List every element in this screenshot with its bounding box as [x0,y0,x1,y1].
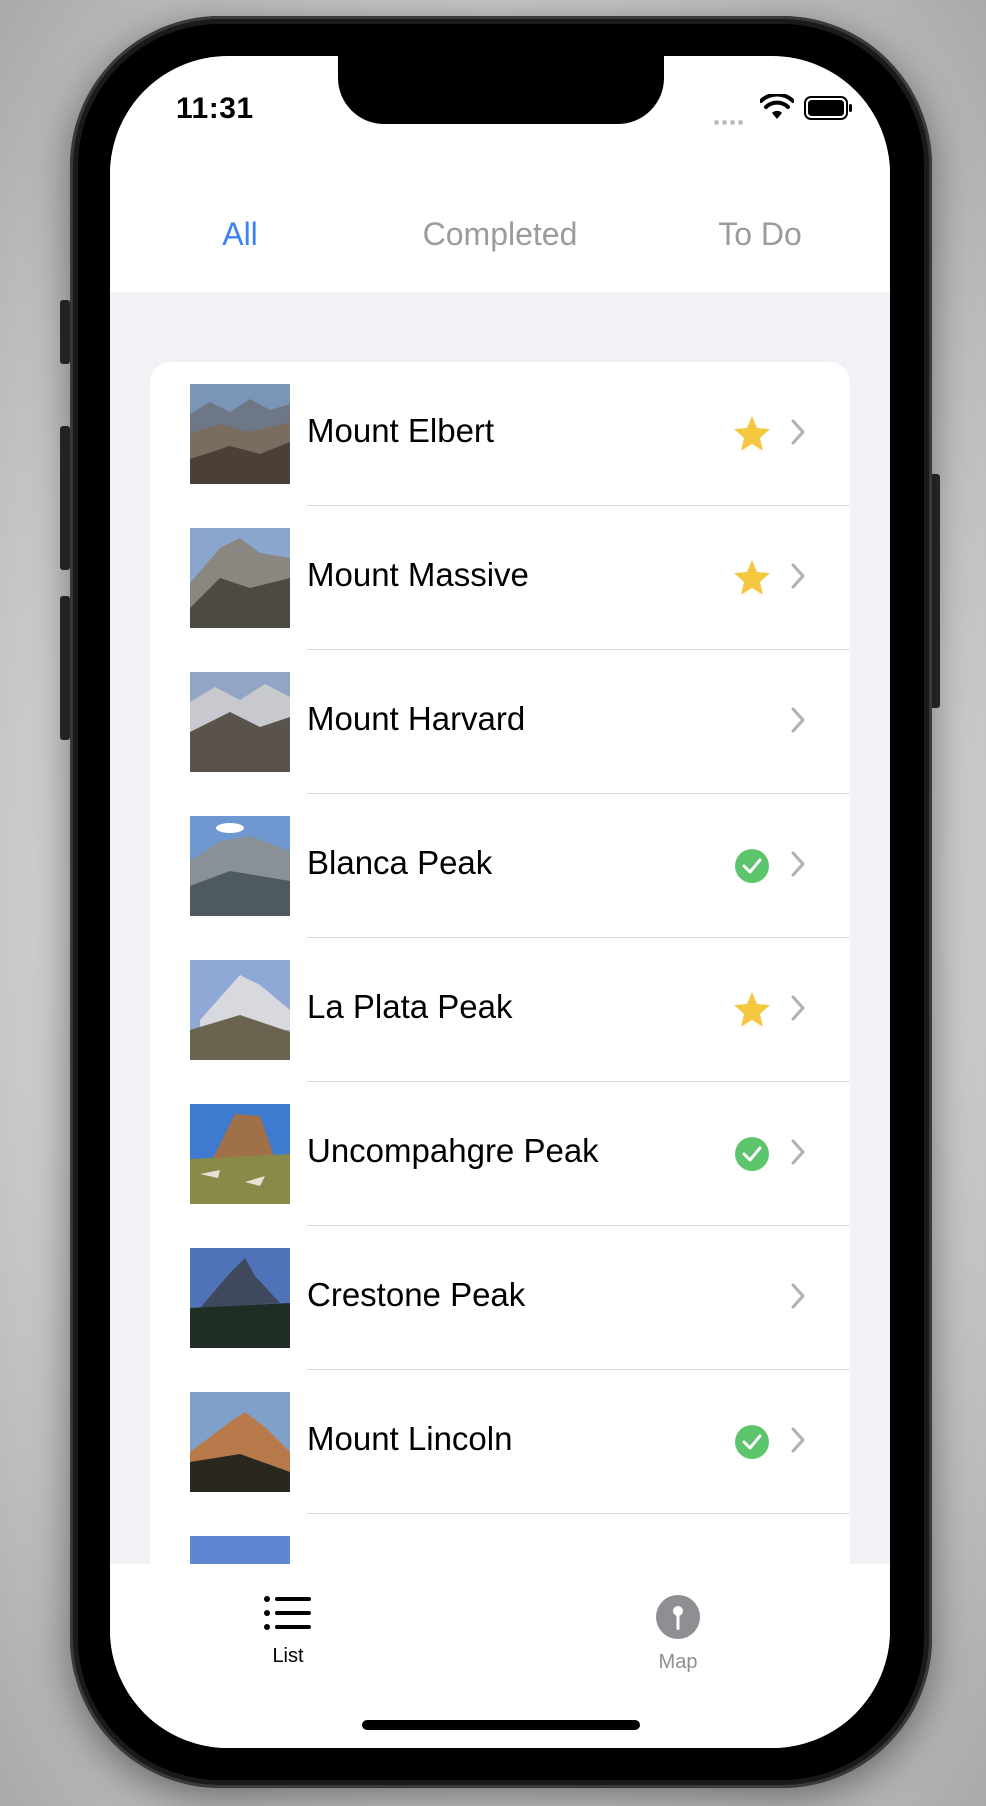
tab-completed[interactable]: Completed [370,216,630,253]
peak-name: Mount Harvard [307,700,526,737]
peak-name: Mount Elbert [307,412,495,449]
mountain-photo [190,1392,290,1492]
chevron-right-icon [791,1283,805,1309]
peak-name: Crestone Peak [307,1276,526,1313]
checkmark-circle-icon [735,1137,769,1171]
tab-all[interactable]: All [110,216,370,253]
tab-map-label: Map [658,1651,698,1673]
star-icon [734,992,770,1027]
peak-row-la-plata-peak[interactable]: La Plata Peak [150,938,850,1082]
peak-row-partial[interactable] [150,1514,850,1570]
silent-switch [60,300,70,364]
peak-name: Uncompahgre Peak [307,1132,599,1169]
home-indicator [362,1720,640,1730]
star-icon [734,416,770,451]
mountain-photo [190,816,290,916]
tab-list-label: List [272,1645,304,1667]
volume-down-button [60,596,70,740]
mountain-photo [190,1248,290,1348]
mountain-photo [190,672,290,772]
peak-row-mount-lincoln[interactable]: Mount Lincoln [150,1370,850,1514]
chevron-right-icon [791,1139,805,1165]
mountain-photo [190,1104,290,1204]
chevron-right-icon [791,419,805,445]
peak-name: Blanca Peak [307,844,493,881]
status-time: 11:31 [176,92,254,125]
peak-row-mount-massive[interactable]: Mount Massive [150,506,850,650]
wifi-icon [760,94,794,119]
cellular-signal-icon [714,112,746,130]
volume-up-button [60,426,70,570]
phone-screen: 11:31 All Completed To Do Mount Elbert M… [110,56,890,1748]
notch [338,56,664,124]
mountain-photo [190,528,290,628]
tab-to-do[interactable]: To Do [630,216,890,253]
chevron-right-icon [791,995,805,1021]
peak-list-card: Mount Elbert Mount Massive Mount Harvard… [150,362,850,1570]
peak-name: Mount Massive [307,556,529,593]
chevron-right-icon [791,851,805,877]
battery-icon [804,96,852,120]
peak-list-area[interactable]: Mount Elbert Mount Massive Mount Harvard… [110,292,890,1570]
tab-bar: List Map [110,1564,890,1748]
tab-map[interactable]: Map [578,1594,778,1674]
tab-list[interactable]: List [188,1594,388,1668]
peak-name: La Plata Peak [307,988,513,1025]
peak-row-mount-harvard[interactable]: Mount Harvard [150,650,850,794]
list-icon [264,1596,311,1630]
map-pin-icon [656,1595,700,1639]
peak-row-crestone-peak[interactable]: Crestone Peak [150,1226,850,1370]
chevron-right-icon [791,1427,805,1453]
chevron-right-icon [791,563,805,589]
mountain-photo [190,960,290,1060]
peak-row-blanca-peak[interactable]: Blanca Peak [150,794,850,938]
chevron-right-icon [791,707,805,733]
checkmark-circle-icon [735,849,769,883]
peak-row-mount-elbert[interactable]: Mount Elbert [150,362,850,506]
peak-name: Mount Lincoln [307,1420,513,1457]
star-icon [734,560,770,595]
mountain-photo [190,384,290,484]
peak-row-uncompahgre-peak[interactable]: Uncompahgre Peak [150,1082,850,1226]
checkmark-circle-icon [735,1425,769,1459]
